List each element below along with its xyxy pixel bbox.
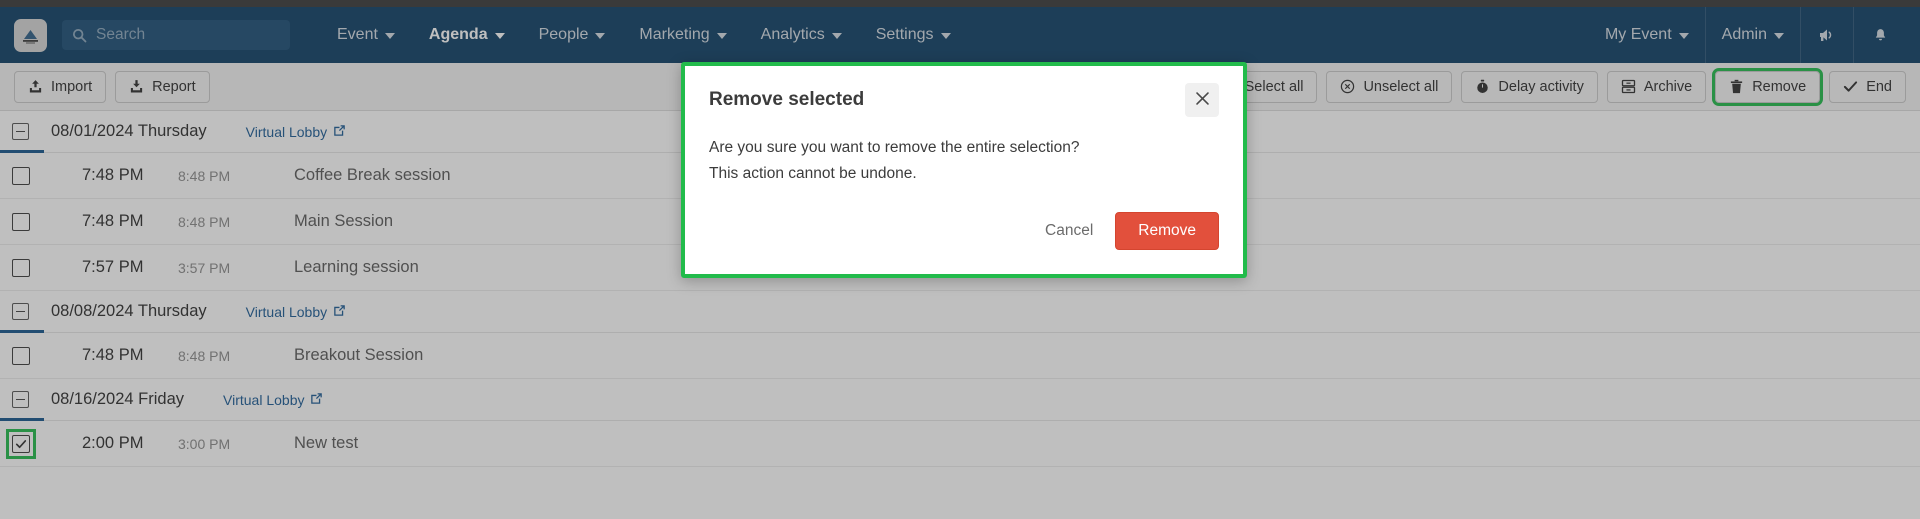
dialog-message-line2: This action cannot be undone. xyxy=(709,164,917,182)
dialog-title: Remove selected xyxy=(709,89,865,110)
remove-selected-dialog: Remove selected Are you sure you want to… xyxy=(681,62,1247,279)
close-dialog-button[interactable] xyxy=(1185,83,1219,117)
cancel-button[interactable]: Cancel xyxy=(1039,214,1099,248)
confirm-remove-button[interactable]: Remove xyxy=(1115,212,1219,251)
dialog-header: Remove selected xyxy=(685,66,1243,121)
dialog-message-line1: Are you sure you want to remove the enti… xyxy=(709,139,1080,156)
dialog-body: Are you sure you want to remove the enti… xyxy=(685,121,1243,186)
dialog-footer: Cancel Remove xyxy=(685,186,1243,274)
close-icon xyxy=(1194,90,1211,110)
